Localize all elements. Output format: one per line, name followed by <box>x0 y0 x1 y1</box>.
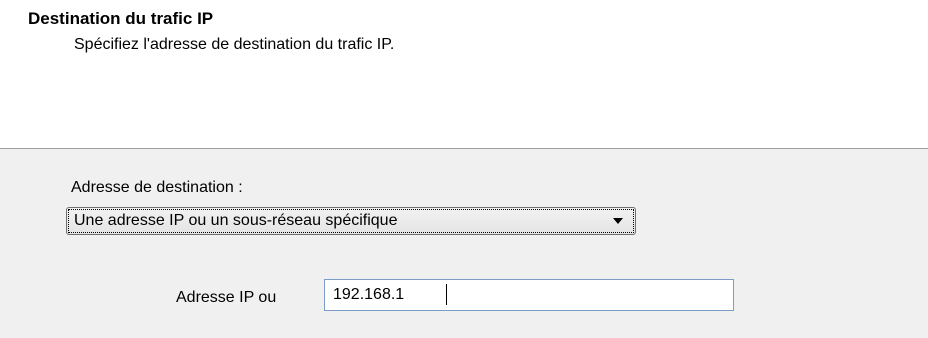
destination-type-selected-value: Une adresse IP ou un sous-réseau spécifi… <box>74 212 398 229</box>
chevron-down-icon[interactable] <box>613 218 623 224</box>
ip-address-input[interactable] <box>324 279 734 311</box>
destination-type-dropdown[interactable]: Une adresse IP ou un sous-réseau spécifi… <box>66 207 636 235</box>
ip-address-label: Adresse IP ou <box>176 289 277 306</box>
page-title: Destination du trafic IP <box>28 9 214 28</box>
wizard-content: Adresse de destination : Une adresse IP … <box>0 149 928 338</box>
text-caret <box>446 284 447 305</box>
destination-address-label: Adresse de destination : <box>71 179 243 196</box>
page-subtitle: Spécifiez l'adresse de destination du tr… <box>74 36 395 53</box>
wizard-header: Destination du trafic IP Spécifiez l'adr… <box>0 0 928 148</box>
